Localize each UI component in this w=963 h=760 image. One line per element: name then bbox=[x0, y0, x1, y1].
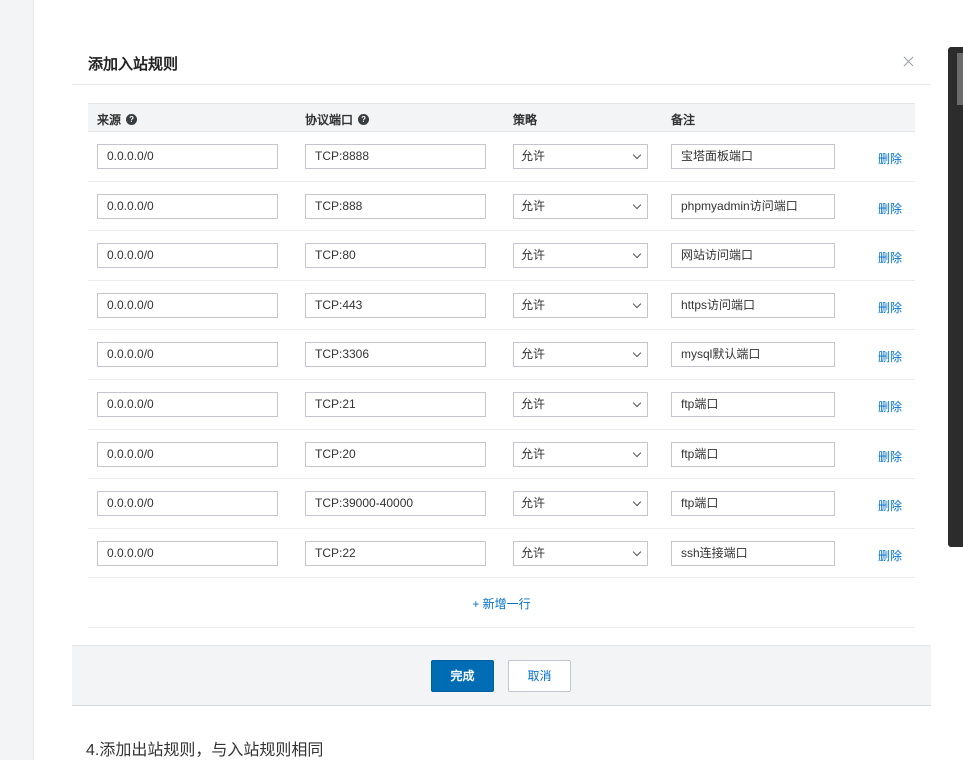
column-header-source: 来源 ? bbox=[97, 111, 138, 128]
note-input[interactable]: mysql默认端口 bbox=[671, 342, 835, 368]
chevron-down-icon bbox=[632, 249, 642, 259]
column-header-policy: 策略 bbox=[513, 111, 537, 128]
note-input[interactable]: 宝塔面板端口 bbox=[671, 144, 835, 169]
note-input[interactable]: ftp端口 bbox=[671, 441, 835, 467]
column-label-note: 备注 bbox=[671, 113, 696, 127]
policy-select-value: 允许 bbox=[521, 545, 546, 560]
policy-select[interactable]: 允许 bbox=[513, 391, 648, 417]
port-input[interactable]: TCP:443 bbox=[305, 292, 486, 318]
table-row: 0.0.0.0/0 TCP:888 允许 phpmyadmin访问端口 删除 bbox=[88, 182, 915, 232]
cancel-button[interactable]: 取消 bbox=[508, 660, 571, 692]
table-row: 0.0.0.0/0 TCP:8888 允许 宝塔面板端口 删除 bbox=[88, 132, 915, 182]
policy-select-value: 允许 bbox=[521, 496, 546, 511]
port-input[interactable]: TCP:888 bbox=[305, 193, 486, 219]
delete-row-link[interactable]: 删除 bbox=[878, 249, 902, 266]
policy-select-value: 允许 bbox=[521, 396, 546, 411]
rules-table: 来源 ? 协议端口 ? 策略 备注 0.0.0.0/0 TCP:8888 允许 … bbox=[88, 103, 915, 629]
title-divider bbox=[72, 84, 931, 85]
table-row: 0.0.0.0/0 TCP:39000-40000 允许 ftp端口 删除 bbox=[88, 479, 915, 529]
port-input[interactable]: TCP:21 bbox=[305, 391, 486, 417]
table-row: 0.0.0.0/0 TCP:20 允许 ftp端口 删除 bbox=[88, 430, 915, 480]
note-input[interactable]: phpmyadmin访问端口 bbox=[671, 193, 835, 219]
delete-row-link[interactable]: 删除 bbox=[878, 497, 902, 514]
delete-row-link[interactable]: 删除 bbox=[878, 150, 902, 167]
port-input[interactable]: TCP:39000-40000 bbox=[305, 491, 486, 517]
chevron-down-icon bbox=[632, 299, 642, 309]
column-header-note: 备注 bbox=[671, 111, 695, 128]
port-input[interactable]: TCP:80 bbox=[305, 243, 486, 269]
add-inbound-rule-dialog: 添加入站规则 来源 ? 协议端口 ? 策略 备注 0.0.0.0/0 TCP:8… bbox=[72, 40, 931, 706]
note-input[interactable]: 网站访问端口 bbox=[671, 243, 835, 269]
help-icon[interactable]: ? bbox=[126, 114, 138, 125]
source-input[interactable]: 0.0.0.0/0 bbox=[97, 391, 278, 417]
table-header: 来源 ? 协议端口 ? 策略 备注 bbox=[88, 103, 915, 132]
source-input[interactable]: 0.0.0.0/0 bbox=[97, 243, 278, 269]
chevron-down-icon bbox=[632, 150, 642, 160]
delete-row-link[interactable]: 删除 bbox=[878, 200, 902, 217]
page-left-sidebar bbox=[0, 0, 34, 760]
chevron-down-icon bbox=[632, 497, 642, 507]
source-input[interactable]: 0.0.0.0/0 bbox=[97, 193, 278, 219]
note-input[interactable]: ssh连接端口 bbox=[671, 540, 835, 566]
policy-select[interactable]: 允许 bbox=[513, 342, 648, 368]
chevron-down-icon bbox=[632, 398, 642, 408]
delete-row-link[interactable]: 删除 bbox=[878, 547, 902, 564]
table-row: 0.0.0.0/0 TCP:22 允许 ssh连接端口 删除 bbox=[88, 529, 915, 579]
doc-step-text: 4.添加出站规则，与入站规则相同 bbox=[86, 742, 324, 759]
chevron-down-icon bbox=[632, 448, 642, 457]
policy-select-value: 允许 bbox=[521, 198, 546, 213]
table-row: 0.0.0.0/0 TCP:3306 允许 mysql默认端口 删除 bbox=[88, 330, 915, 380]
chevron-down-icon bbox=[632, 547, 642, 556]
chevron-down-icon bbox=[632, 349, 642, 358]
source-input[interactable]: 0.0.0.0/0 bbox=[97, 441, 278, 467]
table-row: 0.0.0.0/0 TCP:80 允许 网站访问端口 删除 bbox=[88, 231, 915, 281]
add-row-link[interactable]: + 新增一行 bbox=[472, 595, 530, 612]
policy-select[interactable]: 允许 bbox=[513, 491, 648, 517]
right-floating-panel bbox=[948, 47, 963, 547]
close-icon[interactable] bbox=[901, 54, 917, 70]
help-icon[interactable]: ? bbox=[358, 114, 370, 125]
dialog-title: 添加入站规则 bbox=[88, 56, 179, 73]
delete-row-link[interactable]: 删除 bbox=[878, 448, 902, 465]
delete-row-link[interactable]: 删除 bbox=[878, 348, 902, 365]
source-input[interactable]: 0.0.0.0/0 bbox=[97, 491, 278, 517]
source-input[interactable]: 0.0.0.0/0 bbox=[97, 342, 278, 368]
policy-select-value: 允许 bbox=[521, 297, 546, 312]
dialog-footer: 完成 取消 bbox=[72, 645, 931, 706]
source-input[interactable]: 0.0.0.0/0 bbox=[97, 540, 278, 566]
confirm-button[interactable]: 完成 bbox=[431, 660, 494, 692]
note-input[interactable]: ftp端口 bbox=[671, 491, 835, 517]
port-input[interactable]: TCP:8888 bbox=[305, 144, 486, 169]
policy-select-value: 允许 bbox=[521, 149, 546, 163]
note-input[interactable]: https访问端口 bbox=[671, 292, 835, 318]
table-row: 0.0.0.0/0 TCP:21 允许 ftp端口 删除 bbox=[88, 380, 915, 430]
column-label-port: 协议端口 bbox=[305, 113, 354, 127]
panel-scroll-thumb[interactable] bbox=[957, 53, 963, 105]
policy-select-value: 允许 bbox=[521, 446, 546, 461]
policy-select-value: 允许 bbox=[521, 347, 546, 362]
policy-select[interactable]: 允许 bbox=[513, 441, 648, 467]
policy-select[interactable]: 允许 bbox=[513, 243, 648, 269]
note-input[interactable]: ftp端口 bbox=[671, 391, 835, 417]
delete-row-link[interactable]: 删除 bbox=[878, 299, 902, 316]
policy-select[interactable]: 允许 bbox=[513, 540, 648, 566]
policy-select[interactable]: 允许 bbox=[513, 144, 648, 169]
delete-row-link[interactable]: 删除 bbox=[878, 398, 902, 415]
column-header-port: 协议端口 ? bbox=[305, 111, 370, 128]
policy-select[interactable]: 允许 bbox=[513, 193, 648, 219]
add-row-container: + 新增一行 bbox=[88, 578, 915, 629]
policy-select[interactable]: 允许 bbox=[513, 292, 648, 318]
column-label-source: 来源 bbox=[97, 113, 122, 127]
column-label-policy: 策略 bbox=[513, 113, 538, 127]
table-row: 0.0.0.0/0 TCP:443 允许 https访问端口 删除 bbox=[88, 281, 915, 331]
chevron-down-icon bbox=[632, 200, 642, 209]
port-input[interactable]: TCP:3306 bbox=[305, 342, 486, 368]
source-input[interactable]: 0.0.0.0/0 bbox=[97, 144, 278, 169]
port-input[interactable]: TCP:20 bbox=[305, 441, 486, 467]
policy-select-value: 允许 bbox=[521, 248, 546, 263]
source-input[interactable]: 0.0.0.0/0 bbox=[97, 292, 278, 318]
port-input[interactable]: TCP:22 bbox=[305, 540, 486, 566]
